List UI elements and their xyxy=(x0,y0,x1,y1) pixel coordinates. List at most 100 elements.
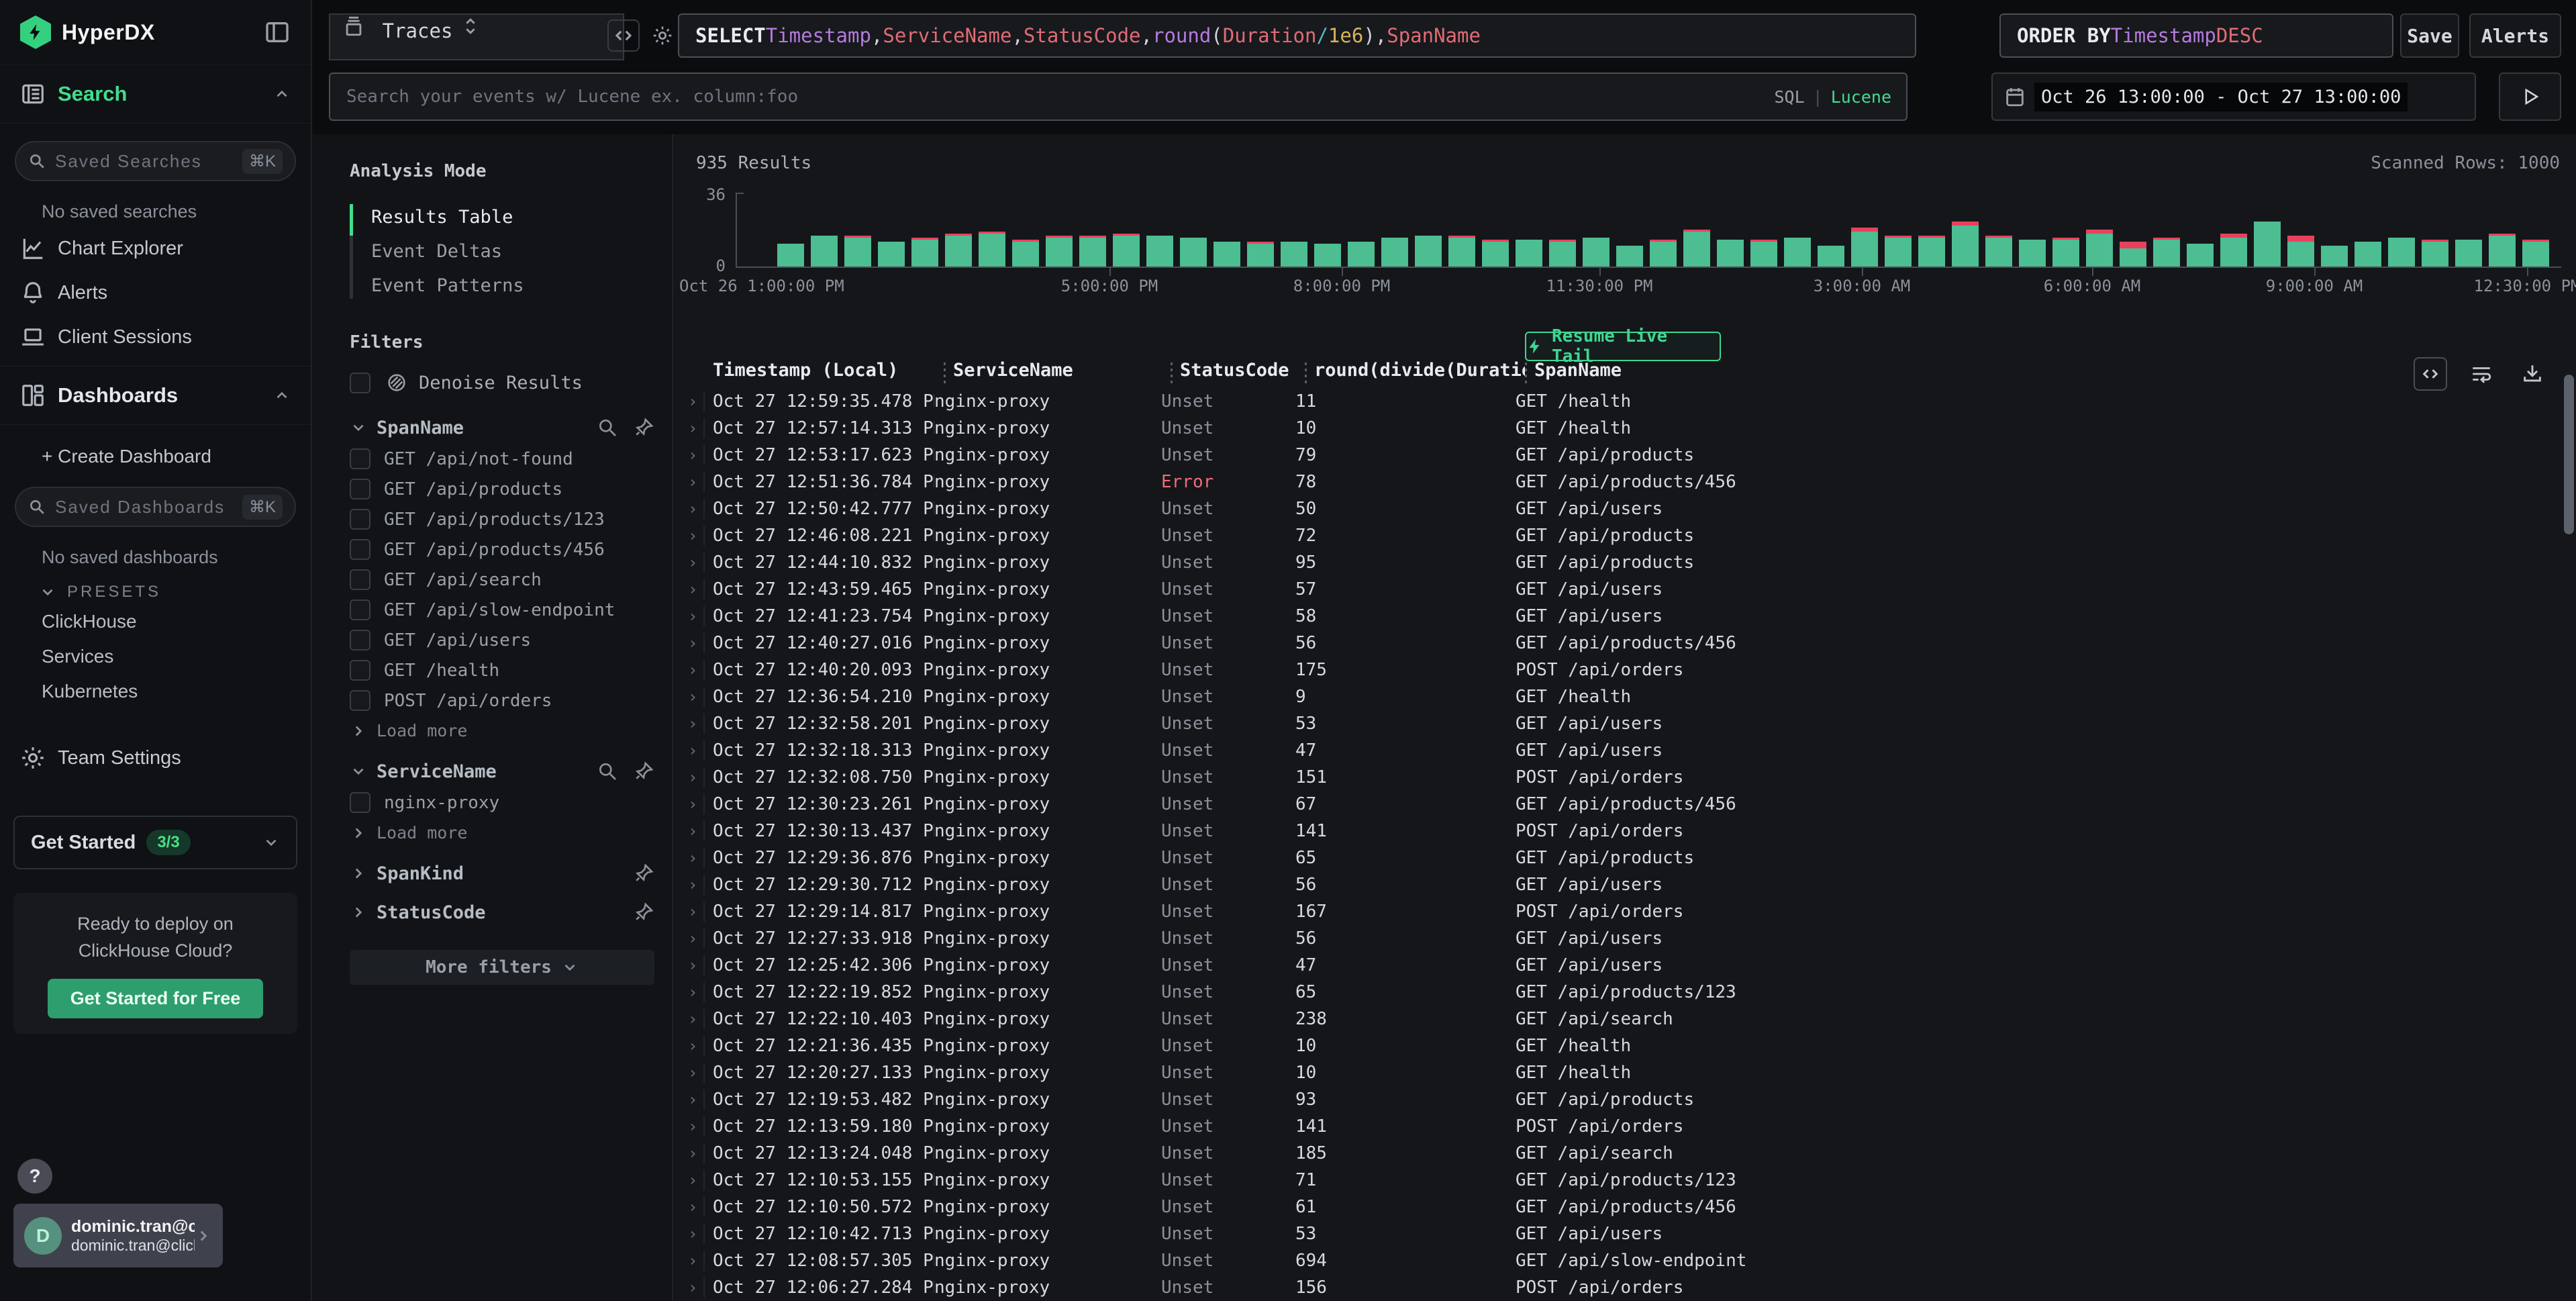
sidebar-item-dashboards[interactable]: Dashboards xyxy=(0,366,311,425)
filter-option[interactable]: GET /api/products/456 xyxy=(350,534,654,565)
table-row[interactable]: ›Oct 27 12:46:08.221 PMnginx-proxyUnset7… xyxy=(673,522,2576,549)
source-selector[interactable]: Traces xyxy=(329,13,624,60)
sidebar-collapse-icon[interactable] xyxy=(264,19,291,46)
table-row[interactable]: ›Oct 27 12:40:20.093 PMnginx-proxyUnset1… xyxy=(673,657,2576,683)
table-row[interactable]: ›Oct 27 12:44:10.832 PMnginx-proxyUnset9… xyxy=(673,549,2576,576)
column-header-timestamp[interactable]: Timestamp (Local) xyxy=(713,360,944,388)
table-row[interactable]: ›Oct 27 12:32:58.201 PMnginx-proxyUnset5… xyxy=(673,710,2576,737)
table-row[interactable]: ›Oct 27 12:06:27.284 PMnginx-proxyUnset1… xyxy=(673,1274,2576,1301)
filter-option[interactable]: GET /api/slow-endpoint xyxy=(350,595,654,625)
table-row[interactable]: ›Oct 27 12:36:54.210 PMnginx-proxyUnset9… xyxy=(673,683,2576,710)
filter-option[interactable]: GET /health xyxy=(350,655,654,685)
filter-checkbox[interactable] xyxy=(350,569,370,590)
alerts-button[interactable]: Alerts xyxy=(2469,13,2561,58)
run-query-button[interactable] xyxy=(2499,73,2561,121)
table-row[interactable]: ›Oct 27 12:40:27.016 PMnginx-proxyUnset5… xyxy=(673,630,2576,657)
column-resize-handle[interactable] xyxy=(1305,363,1307,385)
pin-icon[interactable] xyxy=(633,417,654,438)
table-row[interactable]: ›Oct 27 12:13:59.180 PMnginx-proxyUnset1… xyxy=(673,1113,2576,1140)
filter-checkbox[interactable] xyxy=(350,792,370,813)
filter-option[interactable]: GET /api/products xyxy=(350,474,654,504)
table-row[interactable]: ›Oct 27 12:08:57.305 PMnginx-proxyUnset6… xyxy=(673,1247,2576,1274)
column-header-servicename[interactable]: ServiceName xyxy=(944,360,1171,388)
code-toggle-button[interactable] xyxy=(607,19,640,52)
filter-checkbox[interactable] xyxy=(350,690,370,711)
table-row[interactable]: ›Oct 27 12:30:23.261 PMnginx-proxyUnset6… xyxy=(673,791,2576,818)
filter-group-servicename[interactable]: ServiceName xyxy=(350,761,654,782)
column-resize-handle[interactable] xyxy=(944,363,946,385)
denoise-results-option[interactable]: Denoise Results xyxy=(350,371,654,394)
pin-icon[interactable] xyxy=(633,902,654,923)
filter-option[interactable]: GET /api/users xyxy=(350,625,654,655)
saved-dashboards-input[interactable]: Saved Dashboards ⌘K xyxy=(15,487,296,527)
table-row[interactable]: ›Oct 27 12:21:36.435 PMnginx-proxyUnset1… xyxy=(673,1032,2576,1059)
table-row[interactable]: ›Oct 27 12:25:42.306 PMnginx-proxyUnset4… xyxy=(673,952,2576,979)
sidebar-item-client-sessions[interactable]: Client Sessions xyxy=(0,315,311,359)
preset-clickhouse[interactable]: ClickHouse xyxy=(0,604,311,639)
table-row[interactable]: ›Oct 27 12:20:27.133 PMnginx-proxyUnset1… xyxy=(673,1059,2576,1086)
filter-option[interactable]: GET /api/not-found xyxy=(350,444,654,474)
column-resize-handle[interactable] xyxy=(1525,363,1527,385)
table-row[interactable]: ›Oct 27 12:13:24.048 PMnginx-proxyUnset1… xyxy=(673,1140,2576,1167)
analysis-mode-event-deltas[interactable]: Event Deltas xyxy=(371,234,654,269)
filter-group-spanname[interactable]: SpanName xyxy=(350,417,654,438)
table-row[interactable]: ›Oct 27 12:10:42.713 PMnginx-proxyUnset5… xyxy=(673,1220,2576,1247)
resume-live-tail-button[interactable]: Resume Live Tail xyxy=(1525,332,1721,361)
table-row[interactable]: ›Oct 27 12:41:23.754 PMnginx-proxyUnset5… xyxy=(673,603,2576,630)
filter-option[interactable]: POST /api/orders xyxy=(350,685,654,716)
table-row[interactable]: ›Oct 27 12:50:42.777 PMnginx-proxyUnset5… xyxy=(673,495,2576,522)
user-menu[interactable]: D dominic.tran@clic... dominic.tran@clic… xyxy=(13,1204,223,1267)
table-row[interactable]: ›Oct 27 12:30:13.437 PMnginx-proxyUnset1… xyxy=(673,818,2576,845)
table-row[interactable]: ›Oct 27 12:10:50.572 PMnginx-proxyUnset6… xyxy=(673,1194,2576,1220)
date-range-picker[interactable]: Oct 26 13:00:00 - Oct 27 13:00:00 xyxy=(1991,73,2476,121)
table-row[interactable]: ›Oct 27 12:53:17.623 PMnginx-proxyUnset7… xyxy=(673,442,2576,469)
filter-checkbox[interactable] xyxy=(350,630,370,650)
filter-checkbox[interactable] xyxy=(350,599,370,620)
select-query-input[interactable]: SELECT Timestamp,ServiceName,StatusCode,… xyxy=(678,13,1916,58)
table-row[interactable]: ›Oct 27 12:57:14.313 PMnginx-proxyUnset1… xyxy=(673,415,2576,442)
sidebar-item-search[interactable]: Search xyxy=(0,65,311,124)
order-by-input[interactable]: ORDER BY Timestamp DESC xyxy=(1999,13,2393,58)
table-row[interactable]: ›Oct 27 12:32:18.313 PMnginx-proxyUnset4… xyxy=(673,737,2576,764)
denoise-checkbox[interactable] xyxy=(350,373,370,393)
filter-option[interactable]: nginx-proxy xyxy=(350,787,654,818)
table-row[interactable]: ›Oct 27 12:22:19.852 PMnginx-proxyUnset6… xyxy=(673,979,2576,1006)
saved-searches-input[interactable]: Saved Searches ⌘K xyxy=(15,141,296,181)
load-more-button[interactable]: Load more xyxy=(350,716,654,743)
filter-checkbox[interactable] xyxy=(350,479,370,499)
search-input[interactable] xyxy=(345,86,1774,107)
pin-icon[interactable] xyxy=(633,863,654,884)
table-row[interactable]: ›Oct 27 12:29:30.712 PMnginx-proxyUnset5… xyxy=(673,871,2576,898)
save-button[interactable]: Save xyxy=(2400,13,2459,58)
filter-option[interactable]: GET /api/products/123 xyxy=(350,504,654,534)
pin-icon[interactable] xyxy=(633,761,654,782)
table-row[interactable]: ›Oct 27 12:32:08.750 PMnginx-proxyUnset1… xyxy=(673,764,2576,791)
column-header-spanname[interactable]: SpanName xyxy=(1525,360,2576,388)
sidebar-item-alerts[interactable]: Alerts xyxy=(0,271,311,315)
scrollbar-thumb[interactable] xyxy=(2564,375,2574,534)
search-icon[interactable] xyxy=(597,761,618,782)
table-row[interactable]: ›Oct 27 12:27:33.918 PMnginx-proxyUnset5… xyxy=(673,925,2576,952)
more-filters-button[interactable]: More filters xyxy=(350,950,654,985)
get-started-free-button[interactable]: Get Started for Free xyxy=(48,979,264,1018)
sidebar-item-team-settings[interactable]: Team Settings xyxy=(0,709,311,771)
table-row[interactable]: ›Oct 27 12:10:53.155 PMnginx-proxyUnset7… xyxy=(673,1167,2576,1194)
search-icon[interactable] xyxy=(597,417,618,438)
presets-toggle[interactable]: PRESETS xyxy=(0,572,311,604)
filter-group-spankind[interactable]: SpanKind xyxy=(350,863,654,884)
table-row[interactable]: ›Oct 27 12:29:36.876 PMnginx-proxyUnset6… xyxy=(673,845,2576,871)
table-row[interactable]: ›Oct 27 12:51:36.784 PMnginx-proxyError7… xyxy=(673,469,2576,495)
sidebar-item-chart-explorer[interactable]: Chart Explorer xyxy=(0,226,311,271)
column-header-duration[interactable]: round(divide(Duration, xyxy=(1305,360,1525,388)
column-resize-handle[interactable] xyxy=(1171,363,1173,385)
filter-checkbox[interactable] xyxy=(350,448,370,469)
column-header-statuscode[interactable]: StatusCode xyxy=(1171,360,1305,388)
table-row[interactable]: ›Oct 27 12:22:10.403 PMnginx-proxyUnset2… xyxy=(673,1006,2576,1032)
lucene-mode-toggle[interactable]: Lucene xyxy=(1831,87,1891,107)
analysis-mode-event-patterns[interactable]: Event Patterns xyxy=(371,269,654,303)
filter-option[interactable]: GET /api/search xyxy=(350,565,654,595)
preset-kubernetes[interactable]: Kubernetes xyxy=(0,674,311,709)
create-dashboard-button[interactable]: + Create Dashboard xyxy=(0,437,311,476)
filter-checkbox[interactable] xyxy=(350,660,370,681)
get-started-dropdown[interactable]: Get Started 3/3 xyxy=(13,816,297,869)
